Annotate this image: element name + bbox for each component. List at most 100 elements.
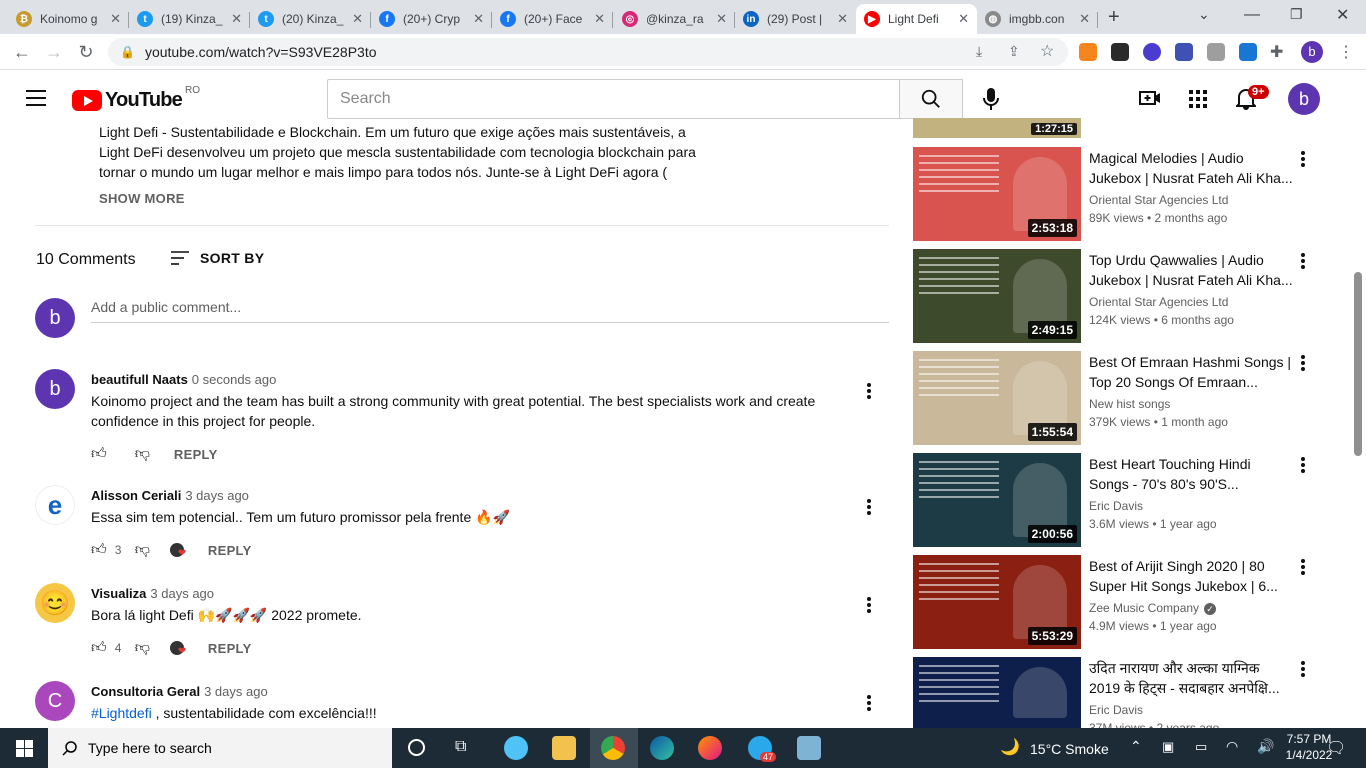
browser-tab[interactable]: in (29) Post | ✕ [735,4,856,34]
comment-more-icon[interactable] [866,693,872,713]
chrome-icon[interactable] [601,736,625,760]
video-channel[interactable]: Oriental Star Agencies Ltd [1089,295,1228,309]
tab-close-icon[interactable]: ✕ [1079,11,1090,27]
restore-icon[interactable]: ❐ [1290,6,1303,23]
extension-r-icon[interactable] [1175,43,1193,61]
like-icon[interactable]: 👍︎ [91,639,107,657]
browser-menu-icon[interactable]: ⋮ [1338,42,1354,62]
volume-icon[interactable]: 🔊 [1257,738,1274,755]
video-channel[interactable]: Eric Davis [1089,703,1143,717]
microphone-icon[interactable] [981,87,1001,116]
video-more-icon[interactable] [1300,353,1306,373]
reload-icon[interactable]: ↻ [74,40,98,64]
comment-avatar[interactable]: C [35,681,75,721]
comment-hashtag-link[interactable]: #Lightdefi [91,705,152,721]
browser-tab[interactable]: ◎ @kinza_ra ✕ [614,4,735,34]
video-title[interactable]: उदित नारायण और अल्का याग्निक 2019 के हिट… [1089,658,1294,698]
dislike-icon[interactable]: 👎︎ [135,445,150,463]
tab-close-icon[interactable]: ✕ [473,11,484,27]
tab-close-icon[interactable]: ✕ [594,11,605,27]
video-thumbnail[interactable]: 2:49:15 [913,249,1081,343]
share-icon[interactable]: ⇪ [1008,43,1020,60]
youtube-logo[interactable]: YouTube RO [72,85,200,112]
browser-tab[interactable]: f (20+) Face ✕ [492,4,613,34]
wifi-icon[interactable]: ◠ [1226,738,1238,755]
account-avatar[interactable]: b [1288,83,1320,115]
video-title[interactable]: Best Heart Touching Hindi Songs - 70's 8… [1089,454,1294,494]
tray-app-icon[interactable]: ▣ [1162,739,1174,755]
tab-close-icon[interactable]: ✕ [352,11,363,27]
close-window-icon[interactable]: ✕ [1336,5,1349,25]
tab-close-icon[interactable]: ✕ [837,11,848,27]
firefox-icon[interactable] [698,736,722,760]
video-thumbnail[interactable]: 1:55:54 [913,351,1081,445]
shield-extension-icon[interactable] [1239,43,1257,61]
video-thumbnail[interactable]: 2:53:18 [913,147,1081,241]
video-title[interactable]: Best of Arijit Singh 2020 | 80 Super Hit… [1089,556,1294,596]
file-explorer-icon[interactable] [552,736,576,760]
video-thumbnail[interactable] [913,657,1081,728]
bookmark-star-icon[interactable]: ☆ [1040,41,1054,61]
extension-gray-icon[interactable] [1207,43,1225,61]
video-thumbnail[interactable]: 2:00:56 [913,453,1081,547]
tray-chevron-icon[interactable]: ⌃ [1130,738,1142,755]
video-more-icon[interactable] [1300,557,1306,577]
browser-tab[interactable]: t (20) Kinza_ ✕ [250,4,371,34]
video-title[interactable]: Top Urdu Qawwalies | Audio Jukebox | Nus… [1089,250,1294,290]
video-channel[interactable]: Oriental Star Agencies Ltd [1089,193,1228,207]
new-tab-icon[interactable]: + [1108,6,1120,29]
tab-close-icon[interactable]: ✕ [231,11,242,27]
weather-text[interactable]: 15°C Smoke [1030,741,1109,757]
comment-author[interactable]: Alisson Ceriali [91,488,181,503]
task-view-icon[interactable]: ⧉ [455,738,466,756]
search-input[interactable]: Search [327,79,900,119]
video-more-icon[interactable] [1300,659,1306,679]
comment-avatar[interactable]: b [35,369,75,409]
comment-avatar[interactable]: e [35,485,75,525]
reply-button[interactable]: REPLY [208,543,252,558]
extensions-puzzle-icon[interactable]: ✚ [1270,42,1283,62]
browser-tab[interactable]: ▶ Light Defi ✕ [856,4,977,34]
forward-icon[interactable]: → [42,40,66,64]
comment-time[interactable]: 3 days ago [204,684,268,699]
network-icon[interactable]: ▭ [1195,739,1207,755]
video-channel[interactable]: Zee Music Company ✓ [1089,601,1217,615]
apps-grid-icon[interactable] [1189,90,1207,113]
notes-app-icon[interactable] [797,736,821,760]
reply-button[interactable]: REPLY [208,641,252,656]
comment-author[interactable]: Consultoria Geral [91,684,200,699]
back-icon[interactable]: ← [10,40,34,64]
video-channel[interactable]: New hist songs [1089,397,1170,411]
comment-author[interactable]: beautifull Naats [91,372,188,387]
install-icon[interactable]: ⤓ [976,43,982,60]
video-more-icon[interactable] [1300,455,1306,475]
dislike-icon[interactable]: 👎︎ [135,639,150,657]
like-icon[interactable]: 👍︎ [91,541,107,559]
comment-time[interactable]: 0 seconds ago [192,372,277,387]
like-icon[interactable]: 👍︎ [91,445,107,463]
sidebar-thumbnail-partial[interactable]: 1:27:15 [913,118,1081,138]
sort-by-button[interactable]: SORT BY [170,250,264,266]
comment-author[interactable]: Visualiza [91,586,146,601]
browser-tab[interactable]: t (19) Kinza_ ✕ [129,4,250,34]
binance-extension-icon[interactable] [1111,43,1129,61]
metamask-icon[interactable] [1079,43,1097,61]
video-title[interactable]: Magical Melodies | Audio Jukebox | Nusra… [1089,148,1294,188]
tab-close-icon[interactable]: ✕ [958,11,969,27]
taskbar-search-input[interactable]: Type here to search [48,728,392,768]
action-center-icon[interactable]: 🗨 [1326,738,1346,758]
windows-start-icon[interactable] [16,740,33,762]
edge-icon[interactable] [650,736,674,760]
paint-app-icon[interactable] [504,736,528,760]
comment-time[interactable]: 3 days ago [150,586,214,601]
page-scrollbar[interactable] [1354,272,1362,456]
url-field[interactable]: 🔒 youtube.com/watch?v=S93VE28P3to [108,38,1068,66]
reply-button[interactable]: REPLY [174,447,218,462]
browser-tab[interactable]: ₿ Koinomo g ✕ [8,4,129,34]
video-title[interactable]: Best Of Emraan Hashmi Songs | Top 20 Son… [1089,352,1294,392]
tab-close-icon[interactable]: ✕ [716,11,727,27]
add-comment-input[interactable]: Add a public comment... [91,299,889,323]
create-video-icon[interactable] [1139,89,1161,112]
comment-more-icon[interactable] [866,595,872,615]
browser-tab[interactable]: ◍ imgbb.con ✕ [977,4,1098,34]
